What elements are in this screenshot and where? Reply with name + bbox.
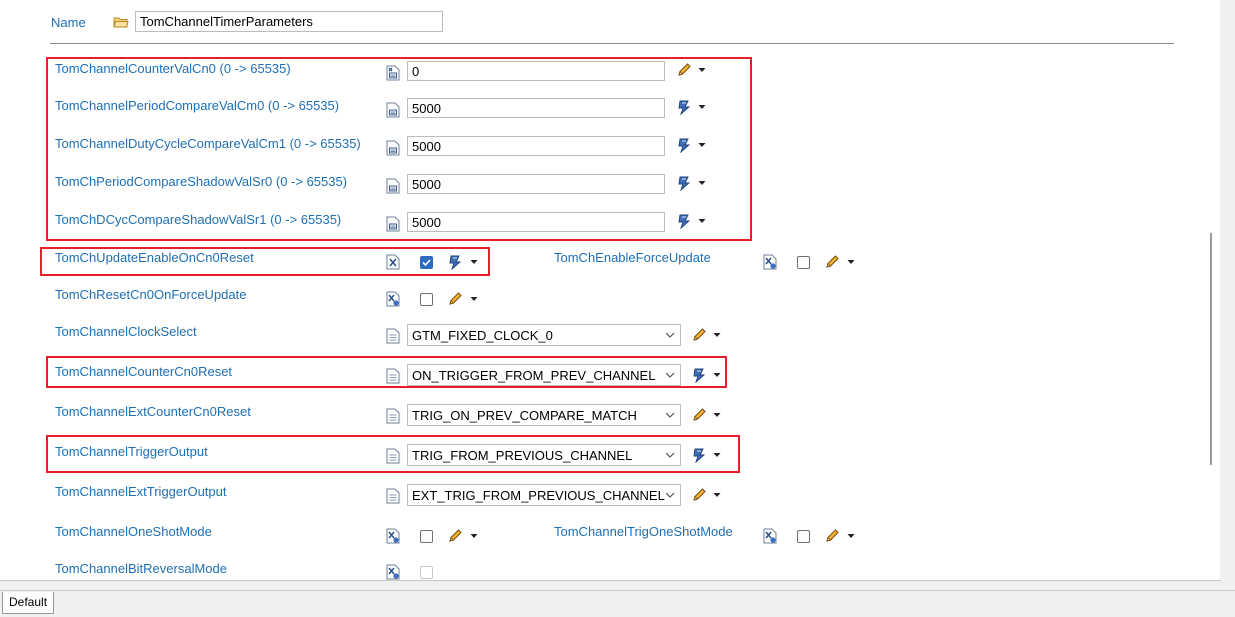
caret-down-icon[interactable] xyxy=(470,296,478,302)
document-icon[interactable] xyxy=(386,488,400,504)
tab-default[interactable]: Default xyxy=(2,592,55,614)
boolean-x-default-icon[interactable] xyxy=(763,528,777,544)
boolean-x-default-icon[interactable] xyxy=(386,564,400,580)
pencil-icon[interactable] xyxy=(824,254,840,270)
pencil-icon[interactable] xyxy=(691,327,707,343)
reset-cn0-on-force-update-checkbox[interactable] xyxy=(420,293,433,306)
pencil-icon[interactable] xyxy=(447,528,463,544)
enable-force-update-checkbox[interactable] xyxy=(797,256,810,269)
bit-reversal-mode-label: TomChannelBitReversalMode xyxy=(55,561,227,576)
one-shot-mode-checkbox[interactable] xyxy=(420,530,433,543)
ext-trigger-output-label: TomChannelExtTriggerOutput xyxy=(55,484,227,499)
boolean-x-default-icon[interactable] xyxy=(386,528,400,544)
pencil-icon[interactable] xyxy=(691,487,707,503)
boolean-x-default-icon[interactable] xyxy=(763,254,777,270)
document-icon[interactable] xyxy=(386,328,400,344)
header-separator xyxy=(50,43,1174,44)
boolean-x-default-icon[interactable] xyxy=(386,291,400,307)
highlight-box-trigger-output xyxy=(46,435,740,473)
ext-counter-cn0-reset-value: TRIG_ON_PREV_COMPARE_MATCH xyxy=(412,408,637,423)
bit-reversal-mode-checkbox[interactable] xyxy=(420,566,433,579)
vertical-scrollbar[interactable] xyxy=(1220,0,1235,580)
bottom-tab-bar xyxy=(0,590,1235,617)
parameter-editor-panel: Name TomChannelTimerParameters TomChanne… xyxy=(0,0,1221,581)
trig-one-shot-mode-checkbox[interactable] xyxy=(797,530,810,543)
ext-counter-cn0-reset-label: TomChannelExtCounterCn0Reset xyxy=(55,404,251,419)
ext-trigger-output-value: EXT_TRIG_FROM_PREVIOUS_CHANNEL xyxy=(412,488,665,503)
pencil-icon[interactable] xyxy=(691,407,707,423)
chevron-down-icon xyxy=(664,329,676,341)
highlight-box-numeric-params xyxy=(46,57,752,241)
highlight-box-counter-cn0-reset xyxy=(46,356,727,388)
caret-down-icon[interactable] xyxy=(713,492,721,498)
name-label: Name xyxy=(51,15,86,30)
name-field[interactable]: TomChannelTimerParameters xyxy=(135,11,443,32)
caret-down-icon[interactable] xyxy=(847,259,855,265)
chevron-down-icon xyxy=(664,409,676,421)
clock-select-label: TomChannelClockSelect xyxy=(55,324,197,339)
caret-down-icon[interactable] xyxy=(713,332,721,338)
clock-select-value: GTM_FIXED_CLOCK_0 xyxy=(412,328,553,343)
caret-down-icon[interactable] xyxy=(713,412,721,418)
pencil-icon[interactable] xyxy=(824,528,840,544)
highlight-box-update-enable xyxy=(40,247,490,276)
document-icon[interactable] xyxy=(386,408,400,424)
caret-down-icon[interactable] xyxy=(470,533,478,539)
scrollbar-thumb[interactable] xyxy=(1210,233,1212,465)
pencil-icon[interactable] xyxy=(447,291,463,307)
ext-counter-cn0-reset-dropdown[interactable]: TRIG_ON_PREV_COMPARE_MATCH xyxy=(407,404,681,426)
caret-down-icon[interactable] xyxy=(847,533,855,539)
clock-select-dropdown[interactable]: GTM_FIXED_CLOCK_0 xyxy=(407,324,681,346)
folder-icon[interactable] xyxy=(113,15,129,29)
enable-force-update-label: TomChEnableForceUpdate xyxy=(554,250,711,265)
chevron-down-icon xyxy=(664,489,676,501)
trig-one-shot-mode-label: TomChannelTrigOneShotMode xyxy=(554,524,733,539)
reset-cn0-on-force-update-label: TomChResetCn0OnForceUpdate xyxy=(55,287,247,302)
ext-trigger-output-dropdown[interactable]: EXT_TRIG_FROM_PREVIOUS_CHANNEL xyxy=(407,484,681,506)
one-shot-mode-label: TomChannelOneShotMode xyxy=(55,524,212,539)
